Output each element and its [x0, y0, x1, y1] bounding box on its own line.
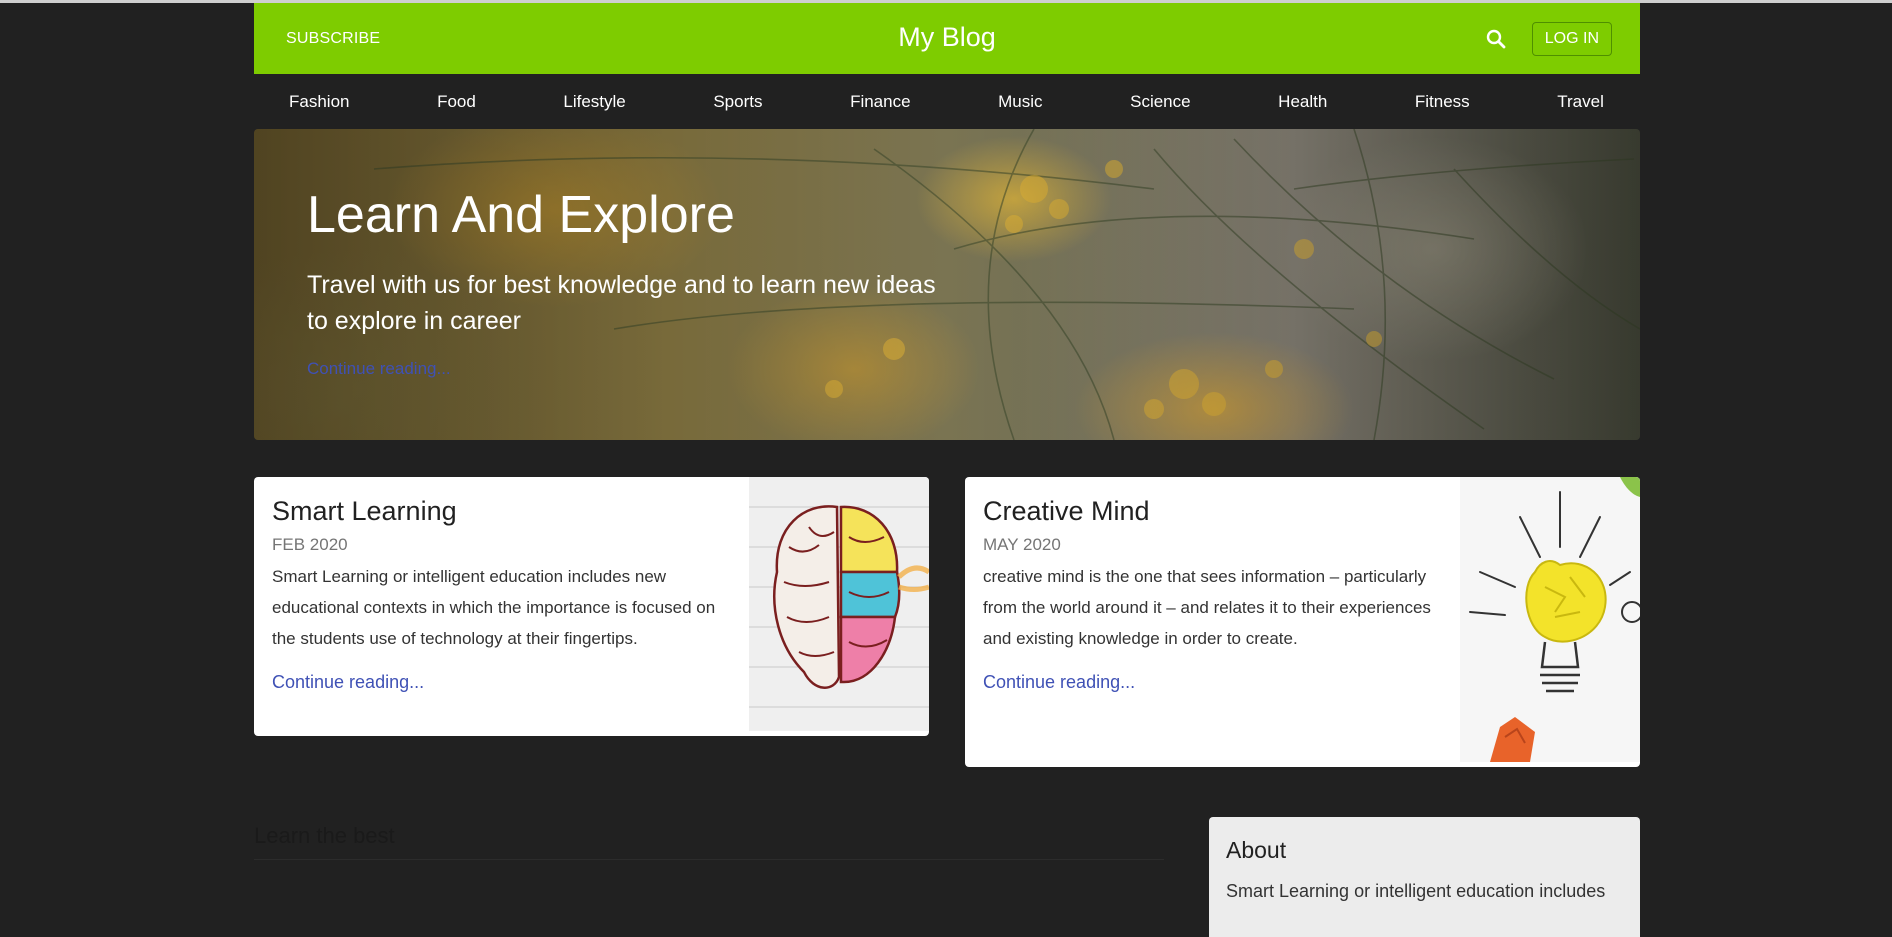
card-creative-mind: Creative Mind MAY 2020 creative mind is …	[965, 477, 1640, 767]
about-widget: About Smart Learning or intelligent educ…	[1209, 817, 1640, 937]
card-text: Smart Learning or intelligent education …	[272, 567, 716, 648]
card-title: Creative Mind	[983, 496, 1150, 526]
card-continue-link[interactable]: Continue reading...	[983, 672, 1135, 693]
nav-item-health[interactable]: Health	[1278, 92, 1327, 112]
lower-section: Learn the best About Smart Learning or i…	[254, 817, 1640, 937]
card-body: Smart Learning FEB 2020 Smart Learning o…	[254, 477, 749, 736]
nav-item-fitness[interactable]: Fitness	[1415, 92, 1470, 112]
brain-illustration[interactable]	[749, 477, 929, 736]
hero-banner: Learn And Explore Travel with us for bes…	[254, 129, 1640, 440]
brand-title: My Blog	[898, 22, 996, 52]
hero-text: Travel with us for best knowledge and to…	[307, 271, 936, 335]
card-date: FEB 2020	[272, 535, 348, 554]
hero-content: Learn And Explore Travel with us for bes…	[307, 185, 947, 379]
card-title: Smart Learning	[272, 496, 457, 526]
about-text: Smart Learning or intelligent education …	[1226, 881, 1606, 901]
login-button[interactable]: LOG IN	[1531, 21, 1612, 56]
card-continue-link[interactable]: Continue reading...	[272, 672, 424, 693]
card-body: Creative Mind MAY 2020 creative mind is …	[965, 477, 1460, 767]
card-text: creative mind is the one that sees infor…	[983, 567, 1431, 648]
section-heading: Learn the best	[254, 823, 395, 848]
nav-item-music[interactable]: Music	[998, 92, 1042, 112]
page-container: SUBSCRIBE My Blog LOG IN Fashion Food Li…	[254, 3, 1640, 937]
featured-cards: Smart Learning FEB 2020 Smart Learning o…	[254, 477, 1640, 767]
subscribe-link[interactable]: SUBSCRIBE	[286, 30, 380, 48]
category-nav: Fashion Food Lifestyle Sports Finance Mu…	[254, 74, 1640, 129]
nav-item-sports[interactable]: Sports	[713, 92, 762, 112]
hero-continue-link[interactable]: Continue reading...	[307, 359, 451, 378]
nav-item-science[interactable]: Science	[1130, 92, 1190, 112]
nav-item-lifestyle[interactable]: Lifestyle	[563, 92, 625, 112]
section-divider	[254, 859, 1164, 860]
card-date: MAY 2020	[983, 535, 1061, 554]
about-title: About	[1226, 837, 1287, 863]
main-column: Learn the best	[254, 817, 1164, 937]
nav-item-travel[interactable]: Travel	[1557, 92, 1604, 112]
lightbulb-illustration[interactable]	[1460, 477, 1640, 767]
site-header: SUBSCRIBE My Blog LOG IN	[254, 3, 1640, 74]
hero-title: Learn And Explore	[307, 186, 735, 244]
nav-item-fashion[interactable]: Fashion	[289, 92, 349, 112]
header-actions: LOG IN	[1484, 21, 1612, 56]
nav-item-finance[interactable]: Finance	[850, 92, 910, 112]
search-icon[interactable]	[1484, 27, 1508, 51]
nav-item-food[interactable]: Food	[437, 92, 476, 112]
card-smart-learning: Smart Learning FEB 2020 Smart Learning o…	[254, 477, 929, 736]
